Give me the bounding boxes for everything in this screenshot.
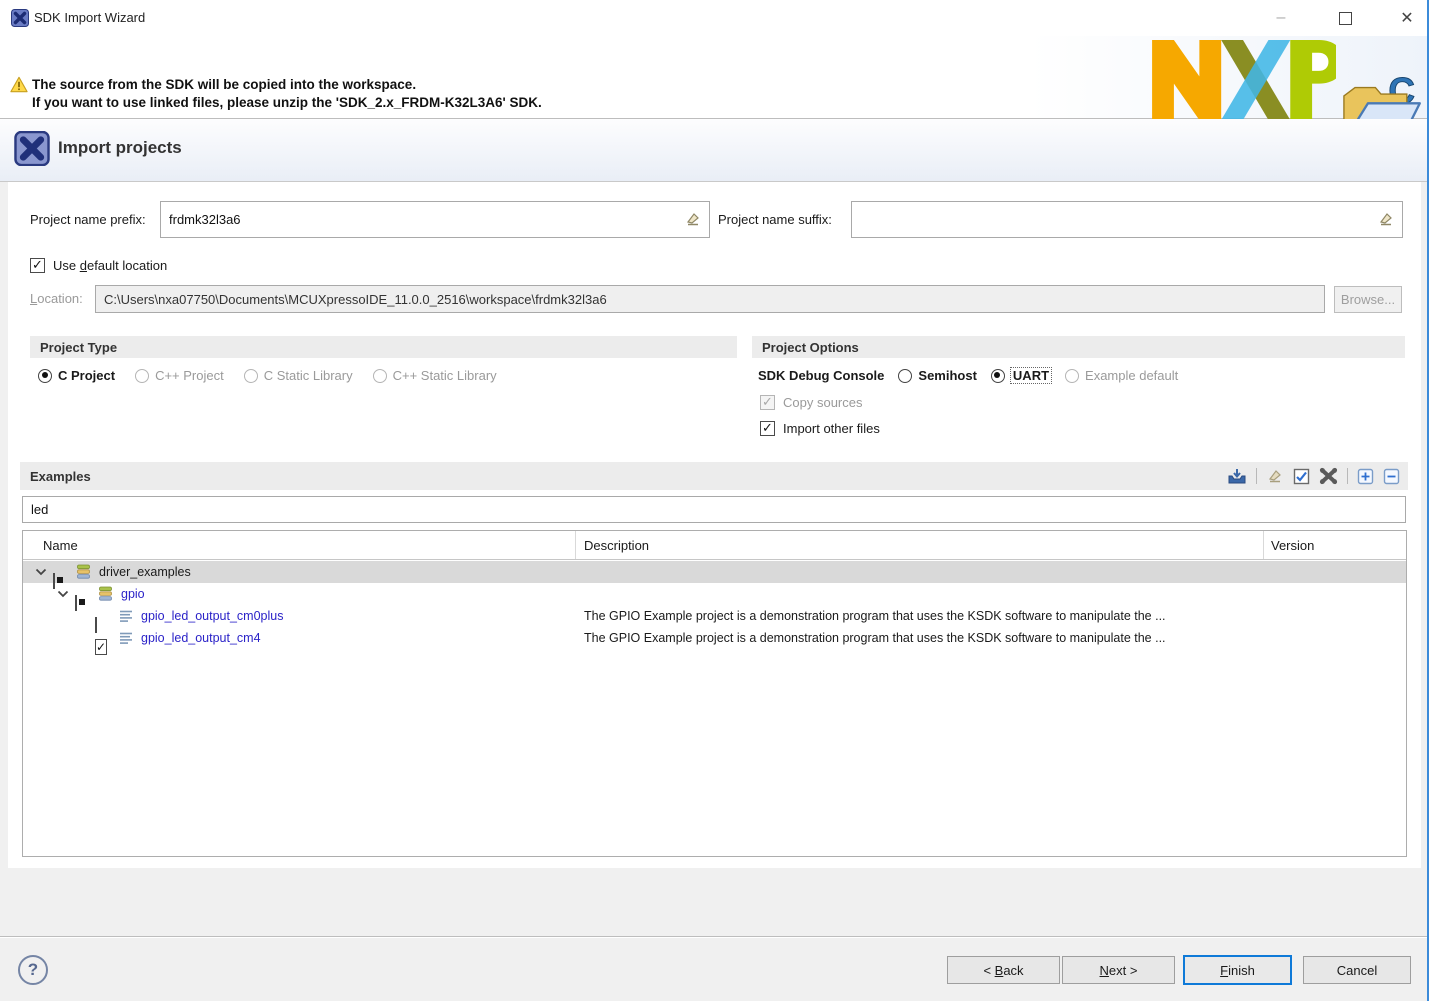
radio-c-project[interactable]: C Project xyxy=(38,368,115,383)
warning-icon xyxy=(10,76,28,93)
toolbar-separator xyxy=(1256,468,1257,484)
radio-cpp-project[interactable]: C++ Project xyxy=(135,368,224,383)
next-button[interactable]: Next > xyxy=(1062,956,1175,984)
project-type-band: Project Type xyxy=(30,336,737,358)
tree-checkbox-checked[interactable]: ✓ xyxy=(95,639,107,655)
clear-suffix-icon[interactable] xyxy=(1377,210,1395,228)
checkbox-check-icon: ✓ xyxy=(760,395,775,410)
project-options-band: Project Options xyxy=(752,336,1405,358)
close-button[interactable]: ✕ xyxy=(1384,0,1429,36)
column-header-version[interactable]: Version xyxy=(1264,531,1406,559)
checkbox-check-icon: ✓ xyxy=(96,640,106,654)
warning-message-line2: If you want to use linked files, please … xyxy=(32,95,542,110)
radio-uart[interactable]: UART xyxy=(991,368,1051,383)
prefix-label: Project name prefix: xyxy=(30,202,146,238)
project-type-options: C Project C++ Project C Static Library C… xyxy=(38,368,497,383)
tree-item-label[interactable]: gpio_led_output_cm4 xyxy=(141,631,261,645)
checkbox-check-icon: ✓ xyxy=(30,258,45,273)
suffix-input[interactable] xyxy=(851,201,1403,238)
close-icon: ✕ xyxy=(1400,8,1413,28)
window-title: SDK Import Wizard xyxy=(34,10,145,25)
import-sdk-examples-icon[interactable] xyxy=(1227,468,1247,485)
checkbox-check-icon: ✓ xyxy=(760,421,775,436)
maximize-icon xyxy=(1339,12,1352,25)
toolbar-separator xyxy=(1347,468,1348,484)
clear-filter-icon[interactable] xyxy=(1266,467,1284,485)
column-header-description[interactable]: Description xyxy=(576,531,1264,559)
row-description: The GPIO Example project is a demonstrat… xyxy=(584,609,1166,623)
advanced-filter-icon[interactable] xyxy=(1319,467,1338,485)
chevron-down-icon[interactable] xyxy=(57,590,69,598)
category-icon xyxy=(99,587,112,602)
tree-item-label[interactable]: gpio_led_output_cm0plus xyxy=(141,609,283,623)
finish-button[interactable]: Finish xyxy=(1183,955,1292,985)
category-icon xyxy=(77,565,90,580)
table-row[interactable]: ✓ gpio_led_output_cm4 The GPIO Example p… xyxy=(23,627,1406,649)
import-other-files-checkbox[interactable]: ✓ Import other files xyxy=(760,421,880,436)
page-header: Import projects xyxy=(0,119,1429,182)
warning-message-line1: The source from the SDK will be copied i… xyxy=(32,77,416,92)
tree-item-label[interactable]: gpio xyxy=(121,587,145,601)
wizard-banner: The source from the SDK will be copied i… xyxy=(0,36,1429,119)
examples-table: Name Description Version driver_examples xyxy=(22,530,1407,857)
browse-button[interactable]: Browse... xyxy=(1334,286,1402,313)
location-input xyxy=(95,285,1325,313)
back-button[interactable]: < Back xyxy=(947,956,1060,984)
tree-item-label[interactable]: driver_examples xyxy=(99,565,191,579)
help-button[interactable]: ? xyxy=(18,955,48,985)
column-header-name[interactable]: Name xyxy=(23,531,576,559)
sdk-import-wizard-window: SDK Import Wizard – ✕ The source from th… xyxy=(0,0,1429,1001)
table-header: Name Description Version xyxy=(23,531,1406,560)
example-icon xyxy=(119,632,133,645)
radio-semihost[interactable]: Semihost xyxy=(898,368,977,383)
page-title: Import projects xyxy=(58,138,182,158)
expand-all-icon[interactable] xyxy=(1357,468,1374,485)
examples-filter-input[interactable] xyxy=(22,496,1406,523)
radio-c-static-library[interactable]: C Static Library xyxy=(244,368,353,383)
cancel-button[interactable]: Cancel xyxy=(1303,956,1411,984)
select-all-icon[interactable] xyxy=(1293,468,1310,485)
table-row[interactable]: gpio_led_output_cm0plus The GPIO Example… xyxy=(23,605,1406,627)
copy-sources-checkbox: ✓ Copy sources xyxy=(760,395,862,410)
radio-cpp-static-library[interactable]: C++ Static Library xyxy=(373,368,497,383)
location-label: Location: xyxy=(30,285,83,313)
table-row[interactable]: driver_examples xyxy=(23,561,1406,583)
prefix-input[interactable] xyxy=(160,201,710,238)
sdk-debug-console-label: SDK Debug Console xyxy=(758,368,884,383)
question-icon: ? xyxy=(28,960,38,980)
row-description: The GPIO Example project is a demonstrat… xyxy=(584,631,1166,645)
minimize-button[interactable]: – xyxy=(1258,0,1304,36)
suffix-label: Project name suffix: xyxy=(718,202,832,238)
example-icon xyxy=(119,610,133,623)
collapse-all-icon[interactable] xyxy=(1383,468,1400,485)
minimize-icon: – xyxy=(1277,9,1286,27)
sdk-debug-console-row: SDK Debug Console Semihost UART Example … xyxy=(758,368,1178,383)
examples-band: Examples xyxy=(20,462,1408,490)
radio-example-default[interactable]: Example default xyxy=(1065,368,1178,383)
title-bar: SDK Import Wizard – ✕ xyxy=(0,0,1429,36)
maximize-button[interactable] xyxy=(1322,0,1368,36)
table-row[interactable]: gpio xyxy=(23,583,1406,605)
chevron-down-icon[interactable] xyxy=(35,568,47,576)
clear-prefix-icon[interactable] xyxy=(684,210,702,228)
app-x-icon xyxy=(11,9,29,27)
nxp-logo xyxy=(1150,40,1336,120)
use-default-location-checkbox[interactable]: ✓ Use default location xyxy=(30,258,167,273)
import-projects-icon xyxy=(14,131,50,166)
